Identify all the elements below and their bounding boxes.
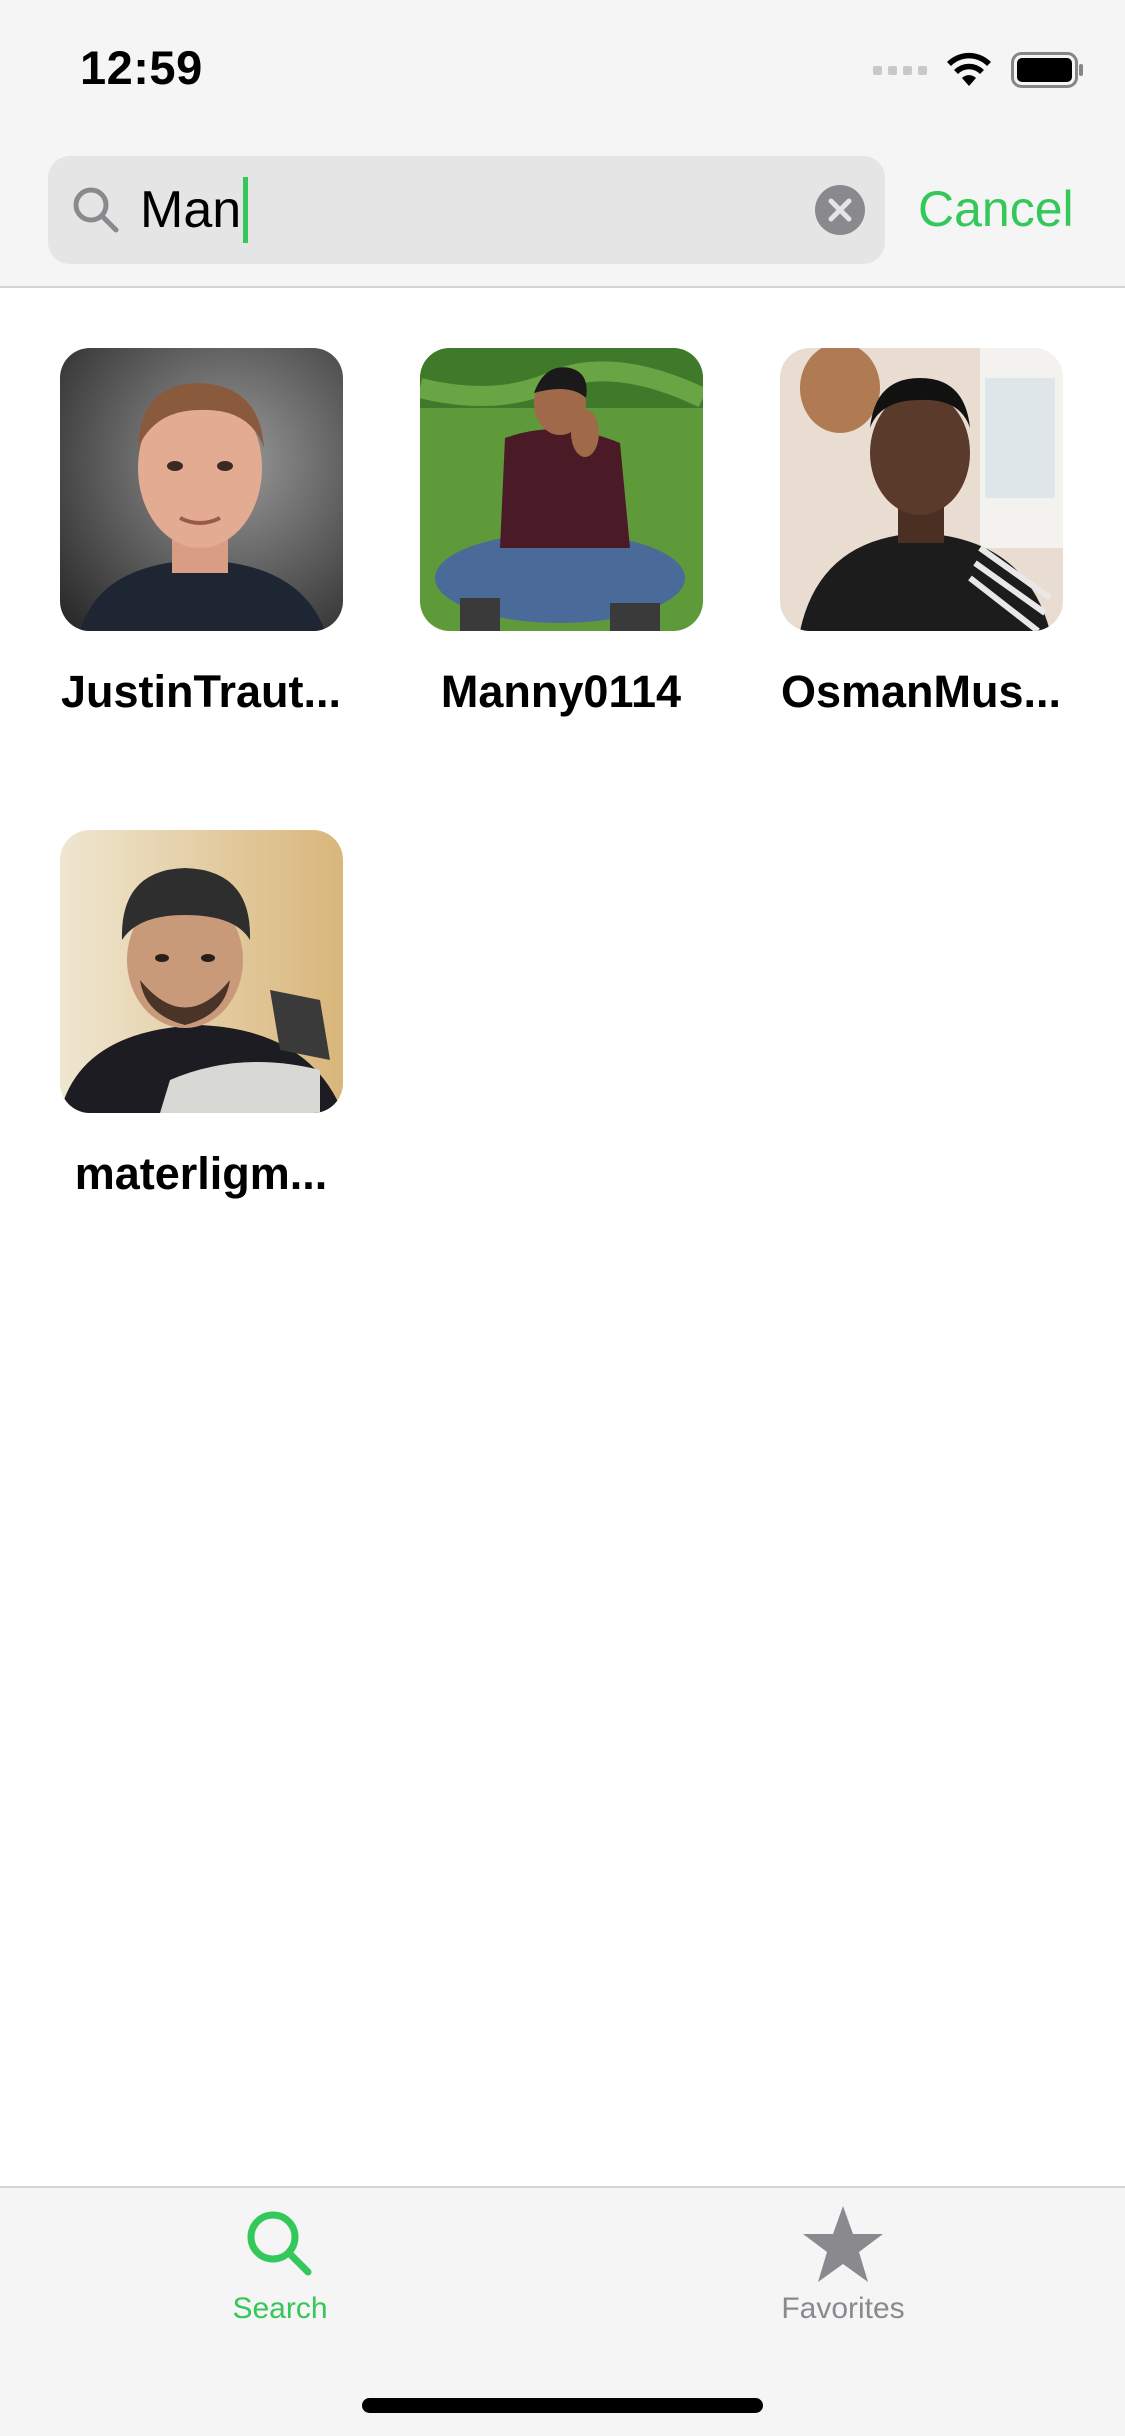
- home-indicator[interactable]: [362, 2398, 763, 2413]
- cellular-signal-icon: [873, 65, 927, 75]
- status-time: 12:59: [80, 41, 203, 94]
- result-card[interactable]: OsmanMus...: [750, 348, 1080, 748]
- battery-icon: [1011, 52, 1085, 88]
- close-icon: [828, 198, 852, 222]
- avatar[interactable]: [60, 830, 343, 1113]
- cancel-button[interactable]: Cancel: [918, 174, 1074, 244]
- search-input[interactable]: Man: [48, 156, 885, 264]
- result-card[interactable]: Manny0114: [390, 348, 720, 748]
- avatar[interactable]: [60, 348, 343, 631]
- tab-bar: Search Favorites: [0, 2186, 1125, 2436]
- username-label: Manny0114: [440, 666, 682, 717]
- username-label: JustinTraut...: [60, 666, 342, 717]
- star-icon: [803, 2206, 883, 2282]
- tab-label: Favorites: [781, 2292, 905, 2325]
- search-query-text: Man: [140, 181, 242, 239]
- tab-search[interactable]: Search: [150, 2204, 410, 2344]
- username-label: OsmanMus...: [780, 666, 1062, 717]
- result-card[interactable]: materligm...: [30, 830, 360, 1230]
- avatar[interactable]: [780, 348, 1063, 631]
- avatar[interactable]: [420, 348, 703, 631]
- search-icon: [247, 2211, 312, 2276]
- header: 12:59 Man Cancel: [0, 0, 1125, 288]
- status-icons: [873, 50, 1085, 90]
- username-label: materligm...: [74, 1148, 328, 1199]
- tab-label: Search: [232, 2292, 328, 2325]
- search-query[interactable]: Man: [140, 177, 249, 243]
- result-card[interactable]: JustinTraut...: [30, 348, 360, 748]
- clear-search-button[interactable]: [815, 185, 865, 235]
- wifi-icon: [945, 52, 993, 88]
- tab-favorites[interactable]: Favorites: [713, 2204, 973, 2344]
- search-icon: [73, 187, 119, 233]
- text-caret: [243, 177, 249, 243]
